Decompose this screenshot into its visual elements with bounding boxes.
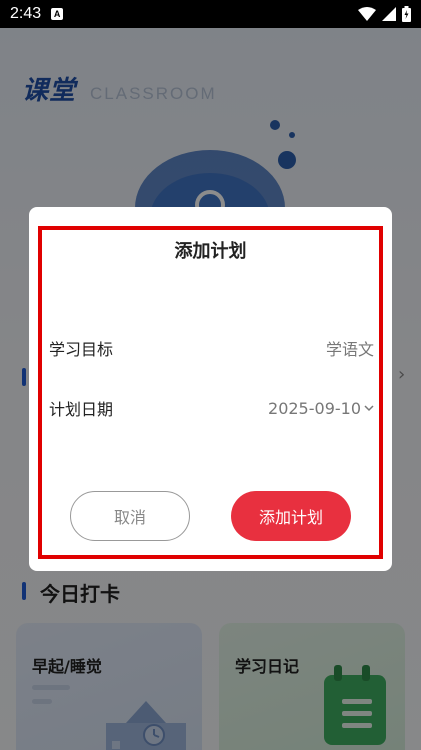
cell-signal-icon (382, 7, 396, 21)
wifi-icon (358, 7, 376, 21)
add-plan-dialog: 添加计划 学习目标 学语文 计划日期 2025-09-10 取消 添加计划 (29, 207, 392, 571)
plan-date-picker[interactable]: 2025-09-10 (268, 399, 374, 418)
study-goal-row[interactable]: 学习目标 学语文 (49, 336, 374, 360)
battery-icon (402, 6, 411, 22)
notification-a-icon: A (51, 8, 64, 20)
plan-date-label: 计划日期 (49, 400, 114, 419)
status-time: 2:43 (10, 5, 42, 22)
plan-date-value: 2025-09-10 (268, 398, 361, 418)
add-plan-button[interactable]: 添加计划 (231, 491, 351, 541)
dialog-title: 添加计划 (174, 241, 247, 262)
study-goal-label: 学习目标 (49, 340, 114, 359)
study-goal-value-text: 学语文 (325, 340, 374, 359)
status-bar: 2:43 A (0, 0, 421, 28)
study-goal-value[interactable]: 学语文 (326, 336, 374, 360)
status-indicators (358, 6, 411, 22)
plan-date-row[interactable]: 计划日期 2025-09-10 (49, 396, 374, 420)
chevron-down-icon (364, 405, 374, 412)
cancel-button[interactable]: 取消 (70, 491, 190, 541)
